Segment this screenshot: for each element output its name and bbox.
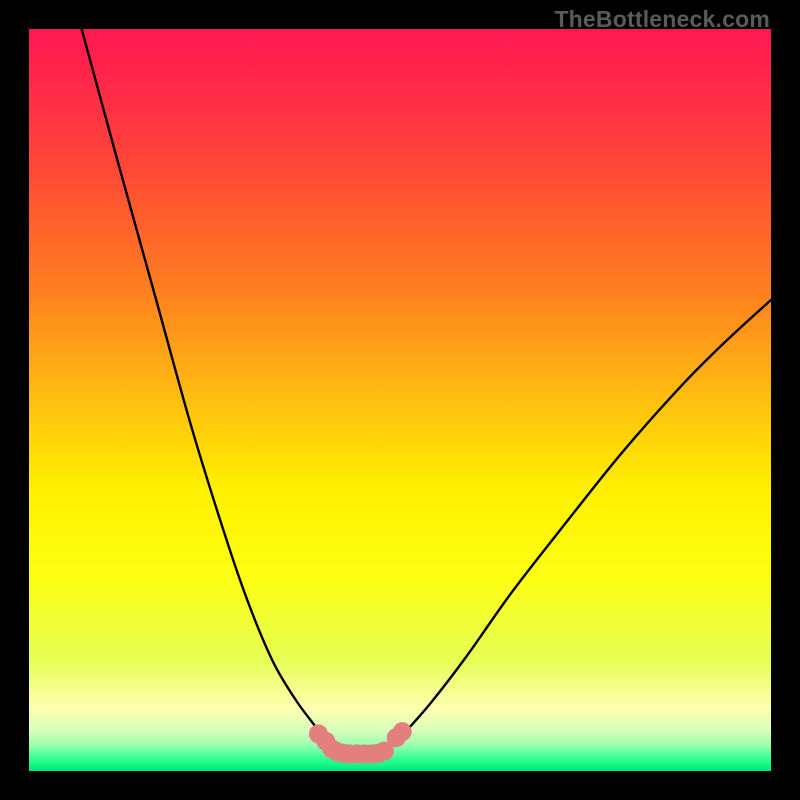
plot-area [29, 29, 771, 771]
left-branch-curve [82, 29, 341, 752]
curve-layer [29, 29, 771, 771]
marker-dot [393, 722, 412, 741]
right-branch-curve [385, 300, 771, 753]
watermark-text: TheBottleneck.com [554, 6, 770, 33]
chart-frame: TheBottleneck.com [0, 0, 800, 800]
marker-group [309, 722, 412, 763]
